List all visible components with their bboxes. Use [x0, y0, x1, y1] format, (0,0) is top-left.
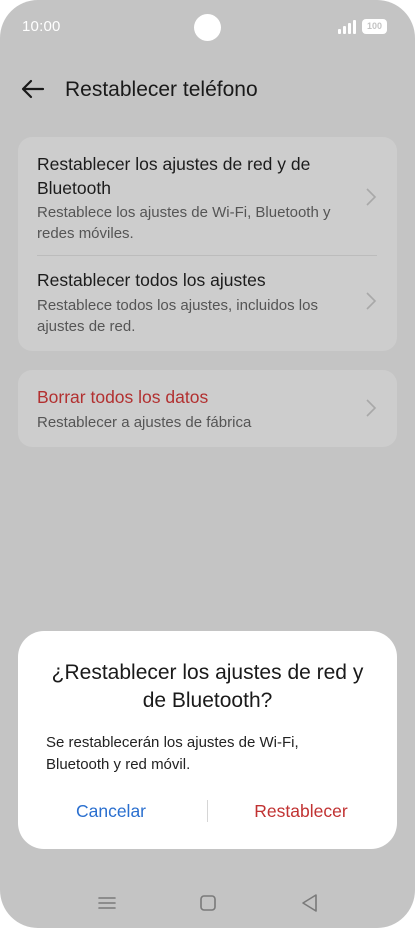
- reset-options-card: Restablecer los ajustes de red y de Blue…: [18, 137, 397, 351]
- phone-screen: 10:00 100 Restablecer teléfono Restablec…: [0, 0, 415, 928]
- status-bar: 10:00 100: [0, 0, 415, 56]
- option-reset-all-settings[interactable]: Restablecer todos los ajustes Restablece…: [18, 256, 397, 351]
- confirm-dialog: ¿Restablecer los ajustes de red y de Blu…: [18, 631, 397, 849]
- erase-subtitle: Restablecer a ajustes de fábrica: [37, 414, 252, 431]
- chevron-right-icon: [365, 398, 377, 418]
- chevron-right-icon: [365, 187, 377, 207]
- chevron-right-icon: [365, 291, 377, 311]
- option-title: Restablecer los ajustes de red y de Blue…: [37, 154, 311, 198]
- option-subtitle: Restablece todos los ajustes, incluidos …: [37, 297, 318, 335]
- menu-icon[interactable]: [95, 892, 119, 914]
- home-icon[interactable]: [196, 892, 220, 914]
- battery-icon: 100: [362, 19, 387, 34]
- app-header: Restablecer teléfono: [0, 60, 415, 118]
- back-triangle-icon[interactable]: [298, 892, 322, 914]
- option-subtitle: Restablece los ajustes de Wi-Fi, Bluetoo…: [37, 204, 331, 242]
- cancel-button[interactable]: Cancelar: [21, 796, 201, 826]
- camera-cutout: [194, 14, 221, 41]
- dialog-message: Se restablecerán los ajustes de Wi-Fi, B…: [46, 734, 299, 773]
- page-title: Restablecer teléfono: [65, 78, 258, 101]
- option-erase-all-data[interactable]: Borrar todos los datos Restablecer a aju…: [18, 370, 397, 447]
- option-title: Restablecer todos los ajustes: [37, 270, 266, 290]
- dialog-title: ¿Restablecer los ajustes de red y de Blu…: [51, 661, 364, 712]
- status-time: 10:00: [22, 18, 61, 35]
- signal-icon: [338, 20, 356, 34]
- button-separator: [207, 800, 208, 822]
- back-arrow-icon[interactable]: [20, 76, 46, 102]
- option-reset-network[interactable]: Restablecer los ajustes de red y de Blue…: [18, 137, 397, 255]
- erase-data-card: Borrar todos los datos Restablecer a aju…: [18, 370, 397, 447]
- confirm-reset-button[interactable]: Restablecer: [211, 796, 391, 826]
- erase-title: Borrar todos los datos: [37, 387, 209, 407]
- navigation-bar: [0, 880, 415, 924]
